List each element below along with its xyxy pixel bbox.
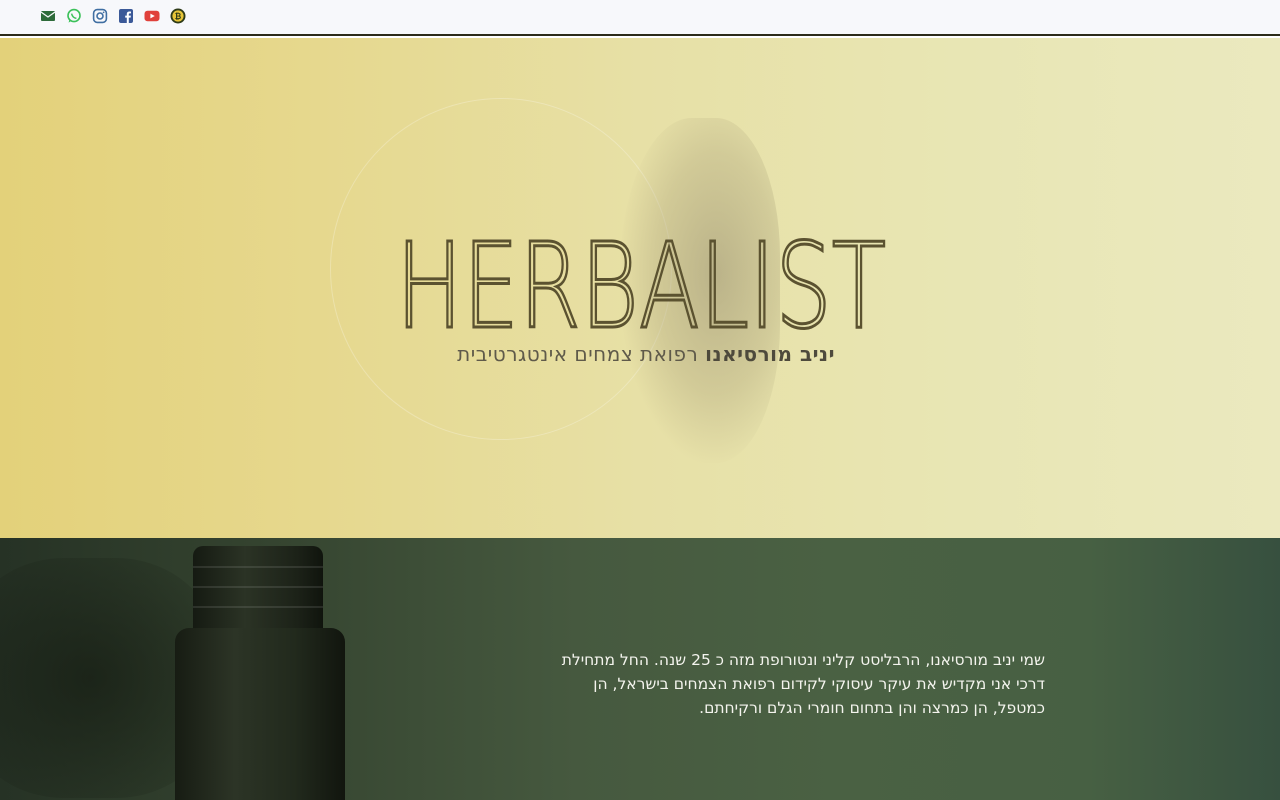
tagline-name: יניב מורסיאנו <box>705 342 835 366</box>
facebook-icon[interactable] <box>118 8 134 24</box>
brand-title: HERBALIST <box>396 231 886 337</box>
brand-logo: HERBALIST <box>394 231 888 337</box>
youtube-icon[interactable] <box>144 8 160 24</box>
email-icon[interactable] <box>40 8 56 24</box>
tagline: יניב מורסיאנו רפואת צמחים אינטגרטיבית <box>380 342 835 366</box>
svg-text:₿: ₿ <box>175 12 182 21</box>
social-links: ₿ <box>40 8 186 24</box>
hero-banner: HERBALIST יניב מורסיאנו רפואת צמחים אינט… <box>0 38 1280 538</box>
top-bar: ₿ <box>0 0 1280 36</box>
instagram-icon[interactable] <box>92 8 108 24</box>
bottle-image <box>175 546 345 800</box>
bitcoin-icon[interactable]: ₿ <box>170 8 186 24</box>
about-section: שמי יניב מורסיאנו, הרבליסט קליני ונטורופ… <box>0 538 1280 800</box>
about-paragraph: שמי יניב מורסיאנו, הרבליסט קליני ונטורופ… <box>555 648 1045 720</box>
whatsapp-icon[interactable] <box>66 8 82 24</box>
about-line: שמי יניב מורסיאנו, הרבליסט קליני ונטורופ… <box>561 651 1045 669</box>
about-line: דרכי אני מקדיש את עיקר עיסוקי לקידום רפו… <box>593 675 1045 693</box>
about-line: כמטפל, הן כמרצה והן בתחום חומרי הגלם ורק… <box>699 699 1045 717</box>
tagline-subtitle: רפואת צמחים אינטגרטיבית <box>457 342 706 366</box>
